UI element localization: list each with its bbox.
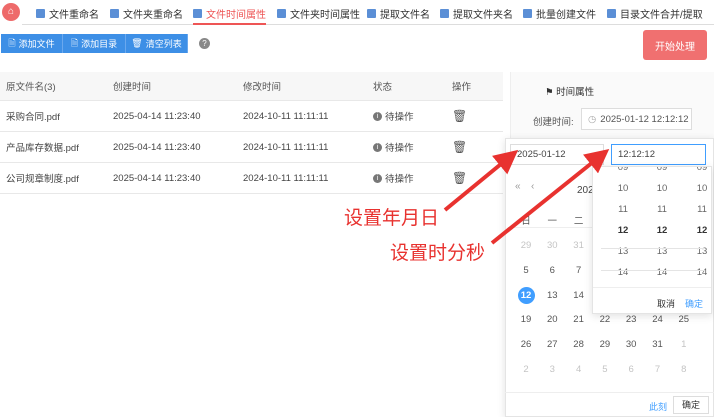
tab-label: 提取文件名 — [380, 10, 430, 21]
arrow-to-date — [443, 149, 519, 212]
tab-label: 文件夹重命名 — [123, 10, 183, 21]
tab-icon — [523, 9, 532, 18]
tab-icon — [367, 9, 376, 18]
tab-5[interactable]: 提取文件夹名 — [440, 6, 513, 21]
annotation-time: 设置时分秒 — [390, 243, 486, 264]
tab-label: 文件重命名 — [49, 10, 99, 21]
tab-4[interactable]: 提取文件名 — [367, 6, 430, 21]
tab-label: 文件夹时间属性 — [290, 10, 360, 21]
tab-6[interactable]: 批量创建文件 — [523, 6, 596, 21]
tab-icon — [277, 9, 286, 18]
tab-label: 文件时间属性 — [206, 10, 266, 21]
tab-icon — [110, 9, 119, 18]
tab-2[interactable]: 文件时间属性 — [193, 6, 266, 25]
tab-icon — [36, 9, 45, 18]
tab-icon — [440, 9, 449, 18]
tab-7[interactable]: 目录文件合并/提取 — [607, 6, 703, 21]
tab-1[interactable]: 文件夹重命名 — [110, 6, 183, 21]
tab-label: 目录文件合并/提取 — [620, 10, 703, 21]
annotation-date: 设置年月日 — [344, 208, 440, 229]
arrow-to-time — [490, 148, 610, 245]
tab-3[interactable]: 文件夹时间属性 — [277, 6, 360, 21]
tab-label: 提取文件夹名 — [453, 10, 513, 21]
tab-icon — [193, 9, 202, 18]
tab-icon — [607, 9, 616, 18]
tab-label: 批量创建文件 — [536, 10, 596, 21]
tab-0[interactable]: 文件重命名 — [36, 6, 99, 21]
